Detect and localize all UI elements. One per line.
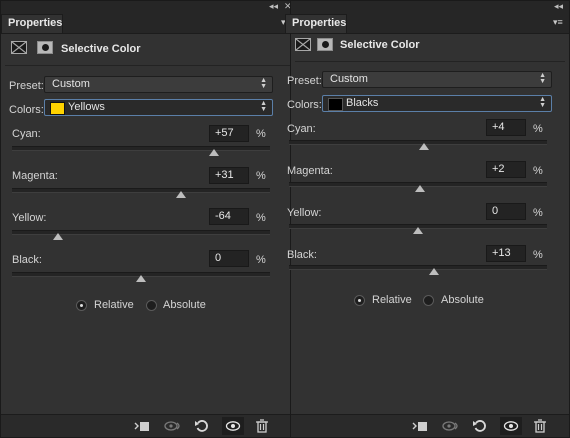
colors-label: Colors: (287, 99, 322, 111)
adjustment-title: Selective Color (61, 43, 141, 55)
collapse-arrows-icon[interactable]: ◂◂ (269, 1, 278, 11)
absolute-label: Absolute (163, 299, 206, 311)
magenta-percent: % (533, 165, 543, 177)
yellow-percent: % (256, 212, 266, 224)
trash-icon[interactable] (530, 417, 552, 435)
layer-mask-icon[interactable] (317, 38, 333, 51)
colors-dropdown[interactable]: Yellows ▲ ▼ (44, 99, 273, 116)
cyan-percent: % (256, 128, 266, 140)
cyan-label: Cyan: (12, 128, 41, 140)
yellow-label: Yellow: (287, 207, 322, 219)
tab-properties[interactable]: Properties (285, 14, 347, 33)
preset-value: Custom (330, 73, 368, 85)
preset-label: Preset: (287, 75, 322, 87)
tab-bar: Properties ▾≡ (285, 11, 569, 34)
panel-menu-icon[interactable]: ▾≡ (553, 16, 563, 28)
cyan-percent: % (533, 123, 543, 135)
tab-bar: Properties ▾≡ (1, 11, 294, 34)
adjustment-title: Selective Color (340, 39, 420, 51)
colors-dropdown[interactable]: Blacks ▲ ▼ (322, 95, 552, 112)
cyan-label: Cyan: (287, 123, 316, 135)
yellow-label: Yellow: (12, 212, 47, 224)
yellow-value-field[interactable]: -64 (209, 208, 249, 225)
black-slider-track[interactable] (289, 265, 547, 270)
properties-panel-blacks: ◂◂ Properties ▾≡ Selective Color Preset:… (285, 0, 570, 438)
relative-radio[interactable] (76, 300, 87, 311)
colors-label: Colors: (9, 104, 44, 116)
visibility-eye-icon[interactable] (222, 417, 244, 435)
dropdown-arrows-icon: ▲ ▼ (260, 100, 267, 113)
magenta-value-field[interactable]: +2 (486, 161, 526, 178)
colors-value: Blacks (346, 97, 379, 109)
visibility-eye-icon[interactable] (500, 417, 522, 435)
magenta-value-field[interactable]: +31 (209, 167, 249, 184)
preset-label: Preset: (9, 80, 44, 92)
cyan-slider-thumb[interactable] (419, 143, 429, 150)
black-label: Black: (12, 254, 42, 266)
panel-bottom-bar (1, 414, 294, 437)
yellow-value-field[interactable]: 0 (486, 203, 526, 220)
divider (5, 65, 290, 66)
preset-dropdown[interactable]: Custom ▲ ▼ (322, 71, 552, 88)
black-label: Black: (287, 249, 317, 261)
color-swatch (50, 102, 65, 115)
yellow-percent: % (533, 207, 543, 219)
reset-icon[interactable] (469, 417, 491, 435)
view-previous-state-icon[interactable] (161, 417, 183, 435)
clip-to-layer-icon[interactable] (409, 417, 431, 435)
divider (295, 61, 565, 62)
panel-bottom-bar (291, 414, 569, 437)
relative-radio[interactable] (354, 295, 365, 306)
magenta-slider-track[interactable] (12, 188, 270, 193)
magenta-label: Magenta: (287, 165, 333, 177)
preset-dropdown[interactable]: Custom ▲ ▼ (44, 76, 273, 93)
black-slider-thumb[interactable] (136, 275, 146, 282)
dropdown-arrows-icon: ▲ ▼ (260, 77, 267, 90)
relative-label: Relative (94, 299, 134, 311)
layer-mask-icon[interactable] (37, 41, 53, 54)
yellow-slider-thumb[interactable] (413, 227, 423, 234)
yellow-slider-thumb[interactable] (53, 233, 63, 240)
collapse-arrows-icon[interactable]: ◂◂ (554, 1, 563, 11)
absolute-radio[interactable] (423, 295, 434, 306)
view-previous-state-icon[interactable] (439, 417, 461, 435)
cyan-value-field[interactable]: +57 (209, 125, 249, 142)
selective-color-adjustment-icon[interactable] (11, 41, 27, 54)
magenta-slider-thumb[interactable] (176, 191, 186, 198)
absolute-label: Absolute (441, 294, 484, 306)
relative-label: Relative (372, 294, 412, 306)
preset-value: Custom (52, 78, 90, 90)
black-value-field[interactable]: +13 (486, 245, 526, 262)
magenta-label: Magenta: (12, 170, 58, 182)
dropdown-arrows-icon: ▲ ▼ (539, 72, 546, 85)
clip-to-layer-icon[interactable] (131, 417, 153, 435)
magenta-slider-thumb[interactable] (415, 185, 425, 192)
cyan-slider-track[interactable] (12, 146, 270, 151)
black-percent: % (256, 254, 266, 266)
yellow-slider-track[interactable] (12, 230, 270, 235)
color-swatch (328, 98, 343, 111)
black-percent: % (533, 249, 543, 261)
dropdown-arrows-icon: ▲ ▼ (539, 96, 546, 109)
black-slider-thumb[interactable] (429, 268, 439, 275)
cyan-value-field[interactable]: +4 (486, 119, 526, 136)
colors-value: Yellows (68, 101, 105, 113)
properties-panel-yellows: ◂◂ ✕ Properties ▾≡ Selective Color Prese… (0, 0, 295, 438)
magenta-percent: % (256, 170, 266, 182)
trash-icon[interactable] (252, 417, 274, 435)
tab-properties[interactable]: Properties (1, 14, 63, 33)
cyan-slider-track[interactable] (289, 140, 547, 145)
selective-color-adjustment-icon[interactable] (295, 38, 311, 51)
reset-icon[interactable] (191, 417, 213, 435)
cyan-slider-thumb[interactable] (209, 149, 219, 156)
absolute-radio[interactable] (146, 300, 157, 311)
black-value-field[interactable]: 0 (209, 250, 249, 267)
